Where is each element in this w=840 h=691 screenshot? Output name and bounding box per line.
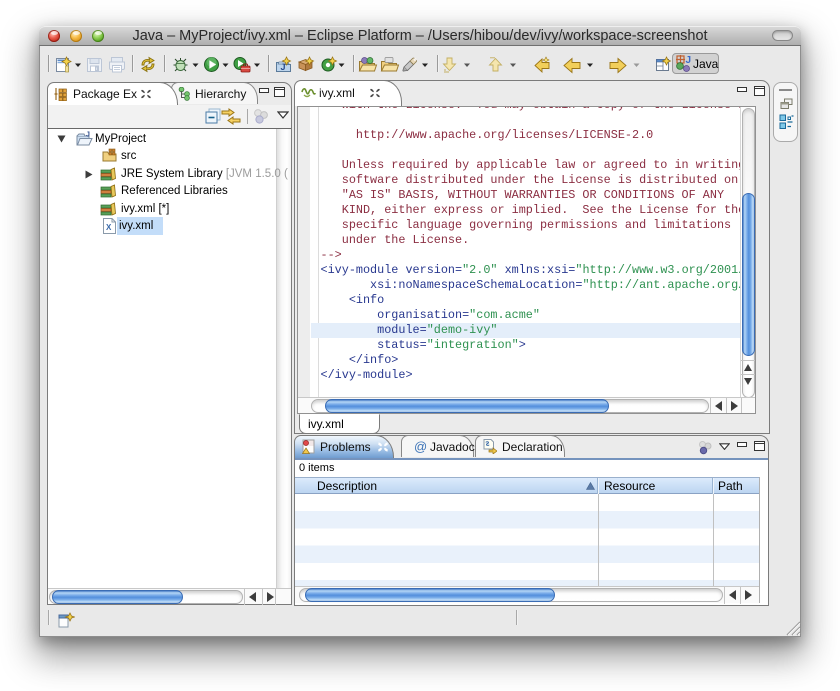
svg-text:Java: Java (693, 57, 719, 71)
svg-text:J: J (86, 132, 90, 139)
svg-text:X: X (106, 223, 112, 232)
svg-text:J: J (281, 62, 286, 72)
svg-text:J: J (686, 55, 692, 66)
